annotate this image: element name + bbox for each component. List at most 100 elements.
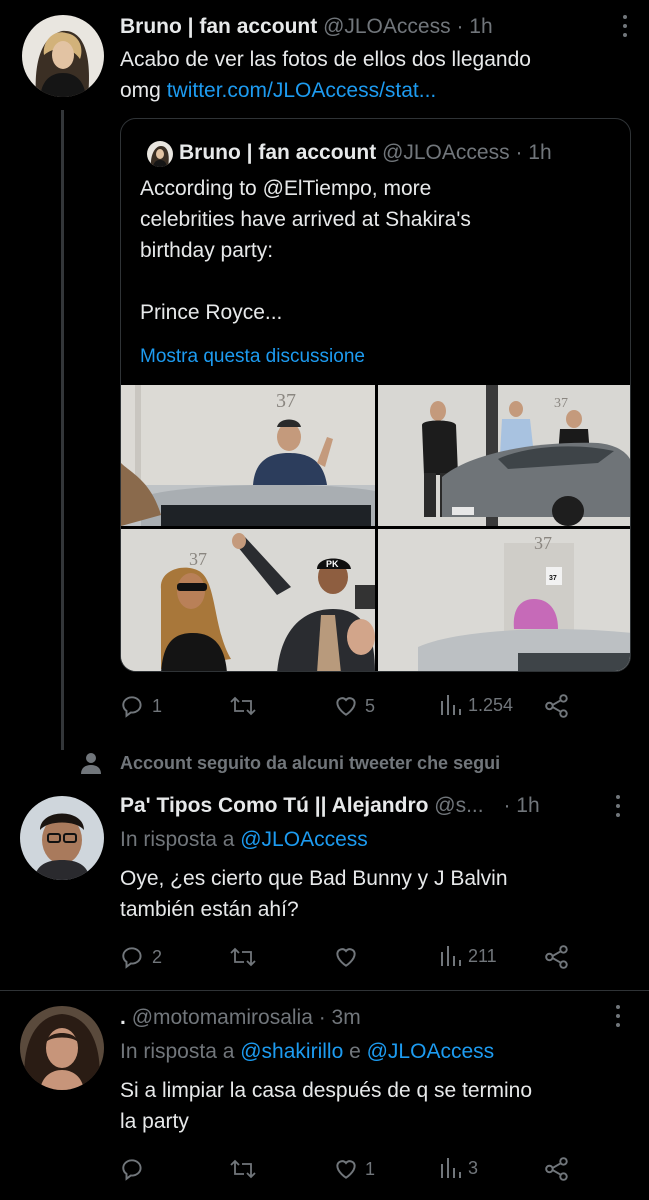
- like-button[interactable]: 1: [333, 1156, 375, 1182]
- door-sign: 37: [549, 575, 557, 582]
- views-icon: [441, 1158, 461, 1178]
- quote-author-handle: @JLOAccess: [382, 141, 510, 164]
- more-icon[interactable]: [622, 15, 628, 37]
- quote-text: According to @ElTiempo, more celebrities…: [140, 173, 620, 328]
- quote-text-line: birthday party:: [140, 239, 274, 262]
- like-count: 1: [365, 1158, 376, 1179]
- retweet-icon: [230, 1159, 256, 1179]
- thread-line: [61, 110, 64, 750]
- views-button[interactable]: 1.254: [440, 693, 513, 717]
- quote-text-line: celebrities have arrived at Shakira's: [140, 208, 471, 231]
- reply-to-link[interactable]: @shakirillo: [240, 1040, 343, 1063]
- share-button[interactable]: [544, 1156, 570, 1182]
- photo-3[interactable]: 37 PK: [121, 529, 375, 671]
- photo-2[interactable]: 37: [378, 385, 630, 526]
- quote-text-line: [140, 266, 620, 297]
- views-icon: [441, 946, 461, 966]
- avatar[interactable]: [20, 796, 104, 880]
- like-count: 5: [365, 695, 376, 716]
- tweet-text-prefix: omg: [120, 79, 167, 102]
- photo-4[interactable]: 37 37: [378, 529, 630, 671]
- retweet-icon: [230, 947, 256, 967]
- show-thread-link[interactable]: Mostra questa discussione: [140, 346, 365, 368]
- retweet-button[interactable]: [229, 944, 257, 970]
- views-icon: [441, 695, 461, 715]
- share-button[interactable]: [544, 693, 570, 719]
- reply-context: In risposta a @JLOAccess: [120, 827, 368, 853]
- tweet-text-line: también están ahí?: [120, 898, 299, 921]
- social-context: Account seguito da alcuni tweeter che se…: [80, 752, 500, 774]
- views-count: 3: [468, 1157, 479, 1178]
- reply-prefix: In risposta a: [120, 828, 241, 851]
- author-handle[interactable]: @motomamirosalia: [132, 1006, 313, 1029]
- share-icon: [545, 1157, 568, 1181]
- views-count: 1.254: [468, 694, 514, 715]
- cap-logo: PK: [326, 559, 339, 569]
- social-context-text: Account seguito da alcuni tweeter che se…: [120, 752, 501, 773]
- share-icon: [545, 945, 568, 969]
- tweet-text: Si a limpiar la casa después de q se ter…: [120, 1075, 630, 1137]
- tweet-time[interactable]: · 3m: [319, 1006, 361, 1029]
- reply-to-link[interactable]: @JLOAccess: [240, 828, 368, 851]
- retweet-button[interactable]: [229, 1156, 257, 1182]
- quoted-tweet-card[interactable]: Bruno | fan account @JLOAccess · 1h Acco…: [120, 118, 631, 672]
- reply-count: 2: [152, 946, 163, 967]
- house-number: 37: [189, 549, 207, 569]
- divider: [0, 990, 649, 991]
- retweet-button[interactable]: [229, 693, 257, 719]
- like-button[interactable]: [333, 944, 359, 970]
- tweet-text-line: omg twitter.com/JLOAccess/stat...: [120, 75, 630, 106]
- person-icon: [81, 753, 101, 774]
- tweet-text-line: Oye, ¿es cierto que Bad Bunny y J Balvin: [120, 867, 508, 890]
- heart-icon: [336, 697, 356, 716]
- quote-text-line: Prince Royce...: [140, 301, 283, 324]
- share-button[interactable]: [544, 944, 570, 970]
- author-name[interactable]: .: [120, 1006, 126, 1029]
- reply-to-link[interactable]: @JLOAccess: [367, 1040, 495, 1063]
- views-count: 211: [468, 945, 497, 966]
- tweet-text-line: la party: [120, 1110, 189, 1133]
- reply-icon: [122, 1159, 142, 1181]
- views-button[interactable]: 3: [440, 1156, 478, 1180]
- author-handle[interactable]: @s...: [434, 794, 483, 817]
- more-icon[interactable]: [615, 1005, 621, 1027]
- house-number: 37: [276, 390, 296, 412]
- avatar[interactable]: [22, 15, 104, 97]
- quote-time: · 1h: [515, 141, 552, 164]
- author-name[interactable]: Bruno | fan account: [120, 15, 317, 38]
- tweet-text-line: Acabo de ver las fotos de ellos dos lleg…: [120, 48, 531, 71]
- retweet-icon: [230, 696, 256, 716]
- reply-button[interactable]: 2: [120, 944, 162, 970]
- reply-and: e: [343, 1040, 367, 1063]
- heart-icon: [336, 1160, 356, 1179]
- house-number: 37: [554, 396, 568, 411]
- reply-count: 1: [152, 695, 163, 716]
- tweet-text-line: Si a limpiar la casa después de q se ter…: [120, 1079, 533, 1102]
- author-handle[interactable]: @JLOAccess: [323, 15, 451, 38]
- tweet-text: Oye, ¿es cierto que Bad Bunny y J Balvin…: [120, 863, 630, 925]
- reply-button[interactable]: [120, 1156, 146, 1182]
- share-icon: [545, 694, 568, 718]
- quote-text-line: According to @ElTiempo, more: [140, 177, 432, 200]
- like-button[interactable]: 5: [333, 693, 375, 719]
- tweet-header: . @motomamirosalia · 3m: [120, 1005, 361, 1031]
- author-name[interactable]: Pa' Tipos Como Tú || Alejandro: [120, 794, 428, 817]
- heart-icon: [336, 948, 356, 967]
- avatar[interactable]: [20, 1006, 104, 1090]
- tweet-header: Pa' Tipos Como Tú || Alejandro @s... · 1…: [120, 793, 540, 819]
- quote-header: Bruno | fan account @JLOAccess · 1h: [179, 140, 552, 166]
- tweet-link[interactable]: twitter.com/JLOAccess/stat...: [167, 79, 437, 102]
- tweet-time[interactable]: · 1h: [503, 794, 539, 817]
- more-icon[interactable]: [615, 795, 621, 817]
- reply-context: In risposta a @shakirillo e @JLOAccess: [120, 1039, 494, 1065]
- photo-1[interactable]: 37: [121, 385, 375, 526]
- views-button[interactable]: 211: [440, 944, 497, 968]
- reply-button[interactable]: 1: [120, 693, 162, 719]
- tweet-header: Bruno | fan account @JLOAccess · 1h: [120, 14, 493, 40]
- reply-icon: [122, 947, 142, 969]
- reply-prefix: In risposta a: [120, 1040, 241, 1063]
- tweet-time[interactable]: · 1h: [456, 15, 492, 38]
- quote-author-name: Bruno | fan account: [179, 141, 377, 164]
- photo-grid: 37 37 37 PK 37 37: [121, 385, 630, 671]
- house-number: 37: [534, 533, 552, 553]
